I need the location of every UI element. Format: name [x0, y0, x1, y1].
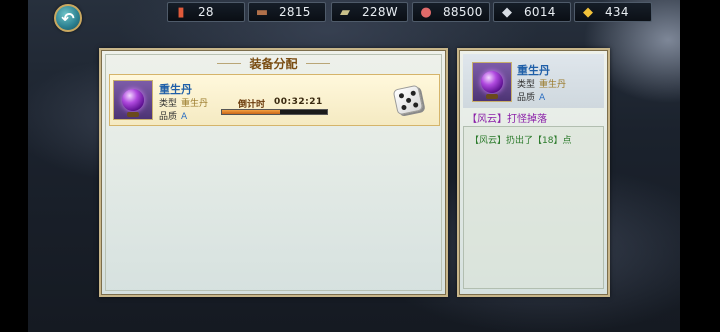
item-detail-panel: 重生丹 类型 重生丹 品质 A 【风云】打怪掉落 【风云】扔出了【18】点 — [457, 48, 610, 297]
equipment-allocation-panel: 装备分配 重生丹 类型 重生丹 品质 A 倒计时 00:32:21 — [99, 48, 448, 297]
countdown-progress-fill — [222, 110, 280, 114]
item-type: 类型 重生丹 — [159, 99, 209, 109]
item-type: 类型 重生丹 — [517, 80, 567, 90]
resource-cannon: ▬ 2815 — [248, 2, 326, 22]
resource-silver: ◆ 6014 — [493, 2, 571, 22]
roll-dice-button[interactable] — [392, 84, 424, 116]
gold-ingot-icon: ◆ — [583, 4, 593, 20]
countdown-progress-bar — [221, 109, 328, 115]
item-quality: 品质 A — [159, 112, 188, 122]
resource-gold: ◆ 434 — [574, 2, 652, 22]
scroll-icon: ▰ — [340, 4, 350, 20]
cannon-icon: ▬ — [255, 4, 269, 20]
resource-meat: ● 88500 — [412, 2, 490, 22]
purple-orb-icon — [122, 89, 144, 117]
meat-icon: ● — [420, 4, 432, 20]
resource-value: 88500 — [443, 5, 483, 19]
back-arrow-icon: ↶ — [61, 8, 75, 28]
resource-scroll: ▰ 228W — [331, 2, 408, 22]
back-button[interactable]: ↶ — [54, 4, 82, 32]
ticket-icon: ▮ — [177, 4, 185, 20]
item-icon — [113, 80, 153, 120]
resource-value: 434 — [605, 5, 629, 19]
screen-edge-left — [0, 0, 28, 332]
roll-log-entry: 【风云】扔出了【18】点 — [470, 136, 572, 146]
purple-orb-icon — [481, 71, 503, 99]
roll-log: 【风云】扔出了【18】点 — [463, 126, 604, 289]
item-name: 重生丹 — [159, 83, 192, 96]
resource-value: 228W — [362, 5, 398, 19]
item-name: 重生丹 — [517, 64, 550, 77]
screen-edge-right — [680, 0, 720, 332]
resource-value: 6014 — [524, 5, 556, 19]
countdown-time: 00:32:21 — [274, 97, 323, 107]
resource-ticket: ▮ 28 — [167, 2, 245, 22]
resource-value: 2815 — [279, 5, 311, 19]
item-quality: 品质 A — [517, 93, 546, 103]
drop-source-text: 【风云】打怪掉落 — [467, 114, 547, 125]
allocation-item-row[interactable]: 重生丹 类型 重生丹 品质 A 倒计时 00:32:21 — [109, 74, 440, 126]
item-icon — [472, 62, 512, 102]
resource-value: 28 — [198, 5, 214, 19]
panel-title: 装备分配 — [249, 57, 298, 71]
silver-ingot-icon: ◆ — [502, 4, 512, 20]
